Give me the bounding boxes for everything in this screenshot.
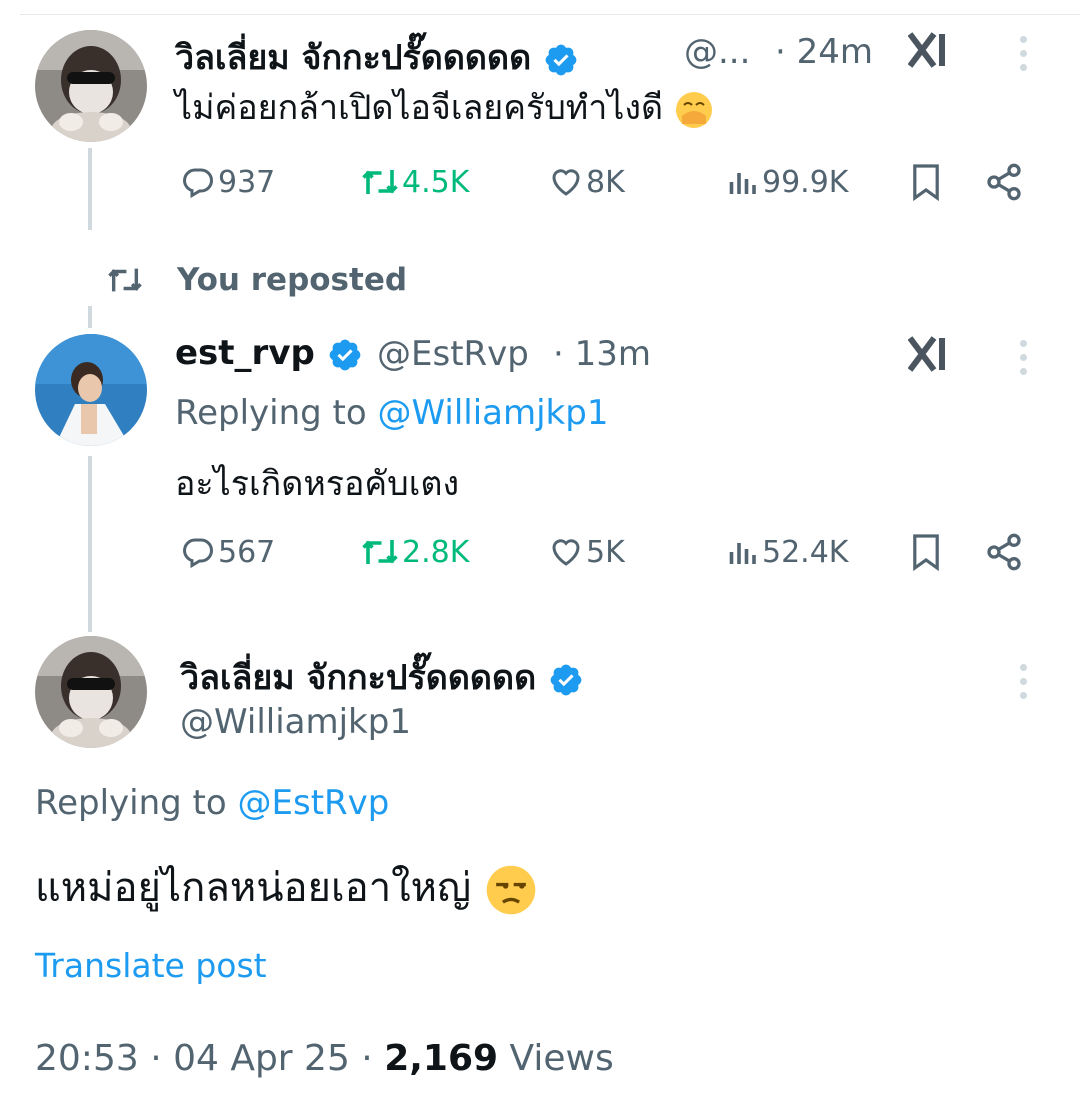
display-name[interactable]: วิลเลี่ยม จักกะปรั๊ดดดดด [175,30,579,84]
handle[interactable]: @EstRvp [377,334,529,374]
grok-icon[interactable] [908,336,952,372]
timestamp[interactable]: · 13m [553,334,651,374]
more-icon[interactable] [1020,664,1028,706]
like-icon [552,169,580,196]
bookmark-icon[interactable] [910,162,942,202]
repost-count: 2.8K [402,534,470,570]
translate-post-link[interactable]: Translate post [35,946,267,985]
top-divider [20,14,1080,15]
avatar[interactable] [35,636,147,748]
display-name[interactable]: วิลเลี่ยม จักกะปรั๊ดดดดด [180,650,584,704]
post-timestamp[interactable]: 20:53 · 04 Apr 25 · [35,1038,373,1079]
handle[interactable]: @Williamjkp1 [180,702,411,742]
share-icon[interactable] [984,532,1024,572]
timestamp[interactable]: · 24m [775,32,873,72]
like-count: 5K [586,534,625,570]
verified-badge-icon [545,44,577,75]
reply-count: 567 [218,534,276,570]
bookmark-icon[interactable] [910,532,942,572]
thread-line [88,306,92,328]
reply-button[interactable]: 937 [178,164,275,200]
reply-button[interactable]: 567 [178,534,275,570]
post-meta: 20:53 · 04 Apr 25 · 2,169 Views [35,1038,614,1079]
replying-to: Replying to @EstRvp [35,783,390,823]
repost-icon [362,540,398,564]
views-count: 2,169 [384,1038,499,1079]
reply-count: 937 [218,164,276,200]
thread-line [88,456,92,632]
post-text: ไม่ค่อยกล้าเปิดไอจีเลยครับทำไงดี [175,80,714,134]
avatar[interactable] [35,30,147,142]
verified-badge-icon [550,664,582,695]
views-icon [729,173,756,194]
repost-label: You reposted [177,262,408,298]
thread-line [88,148,92,230]
like-button[interactable]: 8K [546,164,625,200]
like-icon [552,539,580,566]
views-icon [729,543,756,564]
views-button[interactable]: 52.4K [722,534,848,570]
handle[interactable]: @... [684,32,750,72]
share-icon[interactable] [984,162,1024,202]
repost-button[interactable]: 2.8K [358,534,469,570]
repost-count: 4.5K [402,164,470,200]
verified-badge-icon [329,339,361,370]
avatar[interactable] [35,334,147,446]
views-button[interactable]: 99.9K [722,164,848,200]
reply-icon [183,168,213,199]
repost-icon [362,170,398,194]
more-icon[interactable] [1020,340,1028,382]
repost-button[interactable]: 4.5K [358,164,469,200]
views-label: Views [509,1038,614,1079]
views-count: 52.4K [762,534,849,570]
post-text: แหม่อยู่ไกลหน่อยเอาใหญ่ [35,855,538,919]
more-icon[interactable] [1020,36,1028,78]
like-count: 8K [586,164,625,200]
replying-to-link[interactable]: @Williamjkp1 [378,393,609,433]
reply-icon [183,538,213,569]
repost-icon [108,268,142,292]
face-with-hand-over-mouth-icon [675,91,712,128]
replying-to: Replying to @Williamjkp1 [175,393,609,433]
display-name[interactable]: est_rvp [175,333,363,373]
views-count: 99.9K [762,164,849,200]
post-text: อะไรเกิดหรอคับเตง [175,464,460,504]
repost-context[interactable]: You reposted [103,262,407,298]
like-button[interactable]: 5K [546,534,625,570]
unamused-face-icon [486,865,536,915]
replying-to-link[interactable]: @EstRvp [238,783,390,823]
grok-icon[interactable] [908,32,952,68]
